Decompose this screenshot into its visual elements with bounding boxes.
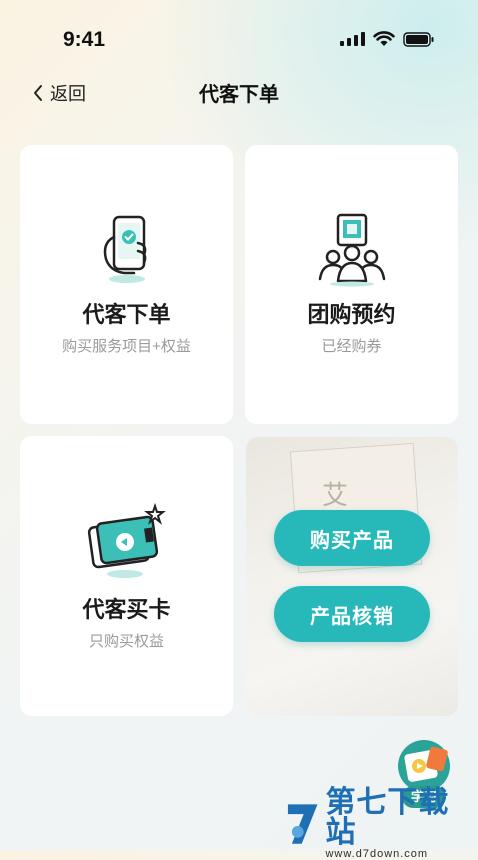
page-title: 代客下单 (199, 84, 279, 106)
wifi-icon (373, 31, 395, 46)
card-subtitle: 已经购券 (321, 338, 382, 355)
verify-product-button[interactable]: 产品核销 (274, 586, 430, 642)
group-booking-icon (318, 213, 385, 287)
signal-icon (340, 32, 365, 46)
buy-product-button[interactable]: 购买产品 (274, 510, 430, 566)
background-photo-glyph: 艾 (322, 481, 349, 511)
card-buy-card[interactable]: 代客买卡 只购买权益 (20, 436, 233, 716)
product-card: 艾 购买产品 产品核销 (246, 437, 458, 716)
learn-icon (398, 740, 450, 792)
status-bar: 9:41 (0, 0, 478, 80)
battery-icon (403, 31, 434, 47)
status-time: 9:41 (63, 28, 106, 51)
card-group-booking[interactable]: 团购预约 已经购券 (245, 145, 458, 424)
watermark-logo-icon (287, 804, 318, 844)
card-title: 代客买卡 (82, 596, 171, 622)
card-subtitle: 只购买权益 (88, 632, 164, 650)
card-place-order[interactable]: 代客下单 购买服务项目+权益 (20, 145, 233, 424)
watermark: 第七下载站 www.d7down.com (284, 788, 478, 860)
card-title: 代客下单 (82, 302, 171, 327)
watermark-title: 第七下载站 (325, 786, 450, 849)
card-title: 团购预约 (307, 302, 396, 327)
nav-bar: 返回 代客下单 (0, 72, 478, 112)
card-subtitle: 购买服务项目+权益 (62, 338, 191, 355)
card-icon (87, 502, 166, 578)
status-icons (340, 31, 435, 47)
phone-check-icon (103, 215, 146, 283)
